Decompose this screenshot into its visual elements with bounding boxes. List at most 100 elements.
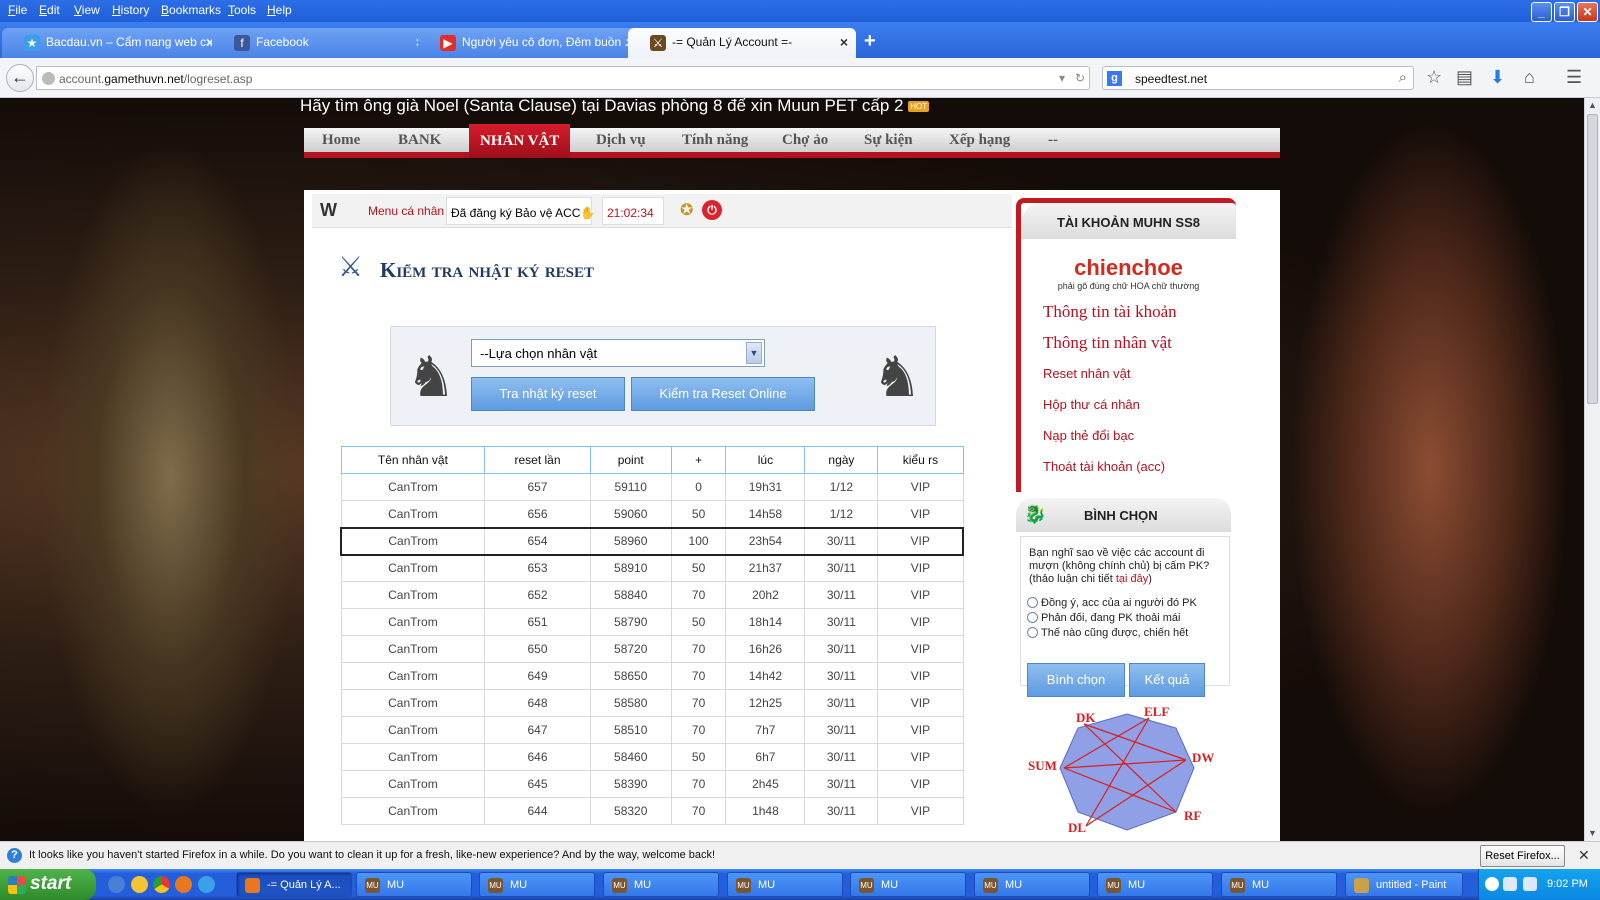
search-icon[interactable]: ⌕ [1399,69,1407,86]
minimize-button[interactable]: _ [1531,2,1552,22]
nav-events[interactable]: Sự kiện [864,132,913,149]
network-icon[interactable] [1503,877,1517,891]
gift-icon[interactable]: ✪ [680,200,693,220]
menu-edit[interactable]: Edit [39,3,60,17]
link-character-info[interactable]: Thông tin nhân vật [1043,333,1172,353]
volume-icon[interactable] [1523,877,1537,891]
nav-features[interactable]: Tính năng [682,132,748,149]
chrome-quicklaunch-icon[interactable] [153,876,170,893]
new-tab-button[interactable]: + [864,30,876,53]
personal-menu-label[interactable]: Menu cá nhân [368,204,444,218]
close-window-button[interactable]: ✕ [1577,2,1598,22]
poll-option[interactable]: Phản đối, đang PK thoải mái [1027,612,1180,624]
task-mu-7[interactable]: MU MU [1097,872,1213,897]
scroll-down-icon[interactable]: ▼ [1588,828,1597,838]
menu-view[interactable]: View [74,3,100,17]
menu-history[interactable]: History [112,3,149,17]
poll-option[interactable]: Đồng ý, acc của ai người đó PK [1027,597,1197,609]
download-icon[interactable]: ⬇ [1490,67,1505,87]
scroll-up-icon[interactable]: ▲ [1588,100,1597,110]
url-bar[interactable]: account.gamethuvn.net/logreset.asp ▾ ↻ [36,66,1090,90]
firefox-task-icon [245,878,260,893]
google-icon[interactable]: g [1107,71,1122,86]
bookmark-star-icon[interactable]: ☆ [1426,67,1442,87]
radio-button[interactable] [1027,597,1038,608]
nav-home[interactable]: Home [322,132,360,149]
warrior-sketch-left: ♞ [405,345,457,408]
character-select-value: --Lựa chọn nhân vật [480,346,598,361]
task-mu-5[interactable]: MU MU [850,872,966,897]
nav-bank[interactable]: BANK [398,132,441,149]
table-cell: 58840 [589,581,672,609]
link-logout[interactable]: Thoát tài khoản (acc) [1043,459,1165,474]
messenger-quicklaunch-icon[interactable] [131,876,148,893]
table-cell: 650 [484,635,591,663]
task-firefox[interactable]: -= Quản Lý A... [236,872,352,897]
nav-market[interactable]: Chợ ảo [782,132,828,149]
reset-firefox-button[interactable]: Reset Firefox... [1480,845,1565,867]
task-mu-8[interactable]: MU MU [1221,872,1337,897]
menu-file[interactable]: File [8,3,27,17]
home-icon[interactable]: ⌂ [1524,67,1535,87]
menu-tools[interactable]: Tools [228,3,256,17]
server-clock: 21:02:34 [602,197,664,225]
poll-discussion-link[interactable]: tại đây [1116,573,1148,585]
results-button[interactable]: Kết quả [1129,663,1205,697]
bookmarks-list-icon[interactable]: ▤ [1456,67,1473,87]
page-scrollbar[interactable]: ▲ ▼ [1584,98,1600,841]
ie-alt-quicklaunch-icon[interactable] [198,876,215,893]
task-mu-4[interactable]: MU MU [727,872,843,897]
back-button[interactable]: ← [6,64,34,92]
radio-button[interactable] [1027,612,1038,623]
tab-youtube[interactable]: ▶ Người yêu cô đơn, Đêm buồn ... × [418,28,642,58]
tab-label: Bacdau.vn – Cẩm nang web c... [46,35,217,49]
firefox-quicklaunch-icon[interactable] [175,876,192,893]
link-account-info[interactable]: Thông tin tài khoản [1043,302,1177,322]
restore-button[interactable]: ❐ [1554,2,1575,22]
vote-button[interactable]: Bình chọn [1027,663,1125,697]
search-bar[interactable]: g speedtest.net ⌕ [1102,66,1414,90]
link-reset-character[interactable]: Reset nhân vật [1043,366,1130,381]
table-cell: CanTrom [340,608,486,636]
table-cell: 30/11 [804,743,879,771]
tab-account[interactable]: ⚔ -= Quản Lý Account =- × [628,28,856,58]
task-mu-3[interactable]: MU MU [603,872,719,897]
poll-panel: 🐉 BÌNH CHỌN Bạn nghĩ sao về việc các acc… [1016,498,1236,698]
ie-quicklaunch-icon[interactable] [108,876,125,893]
hamburger-menu-icon[interactable]: ☰ [1566,67,1582,87]
table-cell: 649 [484,662,591,690]
tab-facebook[interactable]: f Facebook × [212,28,432,58]
tab-bacdau[interactable]: ★ Bacdau.vn – Cẩm nang web c... × [2,28,222,58]
task-paint[interactable]: untitled - Paint [1345,872,1463,897]
task-label: MU [387,879,405,891]
dropdown-arrow-icon[interactable]: ▾ [1059,71,1065,85]
task-mu-1[interactable]: MU MU [356,872,472,897]
menu-help[interactable]: Help [267,3,292,17]
task-mu-2[interactable]: MU MU [479,872,595,897]
tray-arrow-icon[interactable] [1485,877,1499,891]
task-mu-6[interactable]: MU MU [974,872,1090,897]
class-label-dk: DK [1076,710,1096,725]
nav-more[interactable]: -- [1048,132,1058,149]
close-notification-icon[interactable]: ✕ [1578,847,1590,864]
link-topup[interactable]: Nạp thẻ đổi bạc [1043,428,1134,443]
nav-ranking[interactable]: Xếp hạng [949,132,1010,149]
view-reset-log-button[interactable]: Tra nhật ký reset [471,377,625,411]
task-label: MU [758,879,776,891]
nav-services[interactable]: Dịch vụ [596,132,646,149]
scroll-thumb[interactable] [1587,114,1598,404]
main-content: W Menu cá nhân Đã đăng ký Bảo vệ ACC✋ 21… [304,190,1280,841]
reload-icon[interactable]: ↻ [1075,71,1085,85]
radio-button[interactable] [1027,627,1038,638]
link-inbox[interactable]: Hộp thư cá nhân [1043,397,1140,412]
check-reset-online-button[interactable]: Kiểm tra Reset Online [631,377,815,411]
poll-option[interactable]: Thế nào cũng được, chiến hết [1027,627,1188,639]
nav-character[interactable]: NHÂN VẬT [469,124,571,158]
chevron-down-icon[interactable]: ▼ [746,342,762,364]
start-button[interactable]: start [0,869,96,900]
character-select[interactable]: --Lựa chọn nhân vật ▼ [471,339,765,367]
table-cell: 30/11 [804,581,879,609]
logout-power-icon[interactable]: ⏻ [702,200,722,220]
close-tab-icon[interactable]: × [840,34,848,50]
menu-bookmarks[interactable]: Bookmarks [161,3,221,17]
